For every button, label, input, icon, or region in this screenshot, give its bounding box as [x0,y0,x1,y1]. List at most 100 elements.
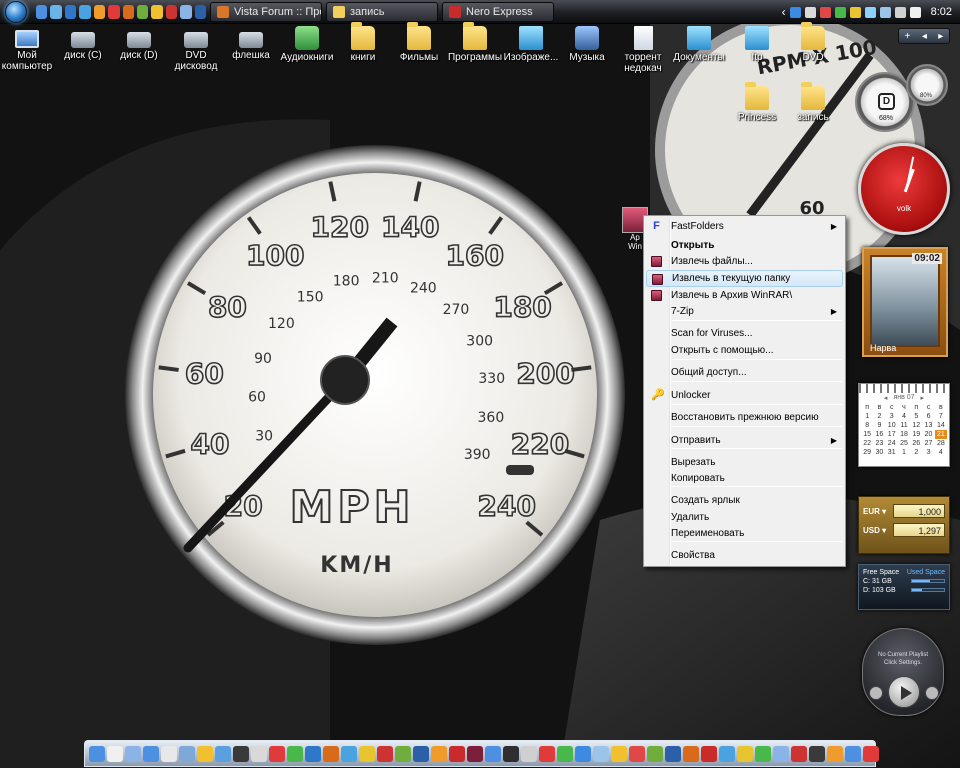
calendar-day[interactable]: 23 [873,439,885,448]
menu-item[interactable]: Извлечь в Архив WinRAR\ [646,287,843,304]
dock-app-icon[interactable] [485,745,501,762]
dock-app-icon[interactable] [575,745,591,762]
quick-launch-icon[interactable] [50,4,62,19]
dock-app-icon[interactable] [413,745,429,762]
dock-app-icon[interactable] [359,745,375,762]
play-icon[interactable] [888,676,920,708]
desktop-icon[interactable]: запись [782,82,844,123]
quick-launch-icon[interactable] [93,4,106,19]
menu-item[interactable]: Восстановить прежнюю версию [646,409,843,426]
desktop-icon[interactable]: Мой компьютер [0,26,58,72]
dock-app-icon[interactable] [773,745,789,762]
menu-item[interactable]: Открыть [646,237,843,254]
calendar-day[interactable]: 3 [922,448,934,457]
dock-app-icon[interactable] [845,745,861,762]
desktop-icon[interactable]: диск (C) [52,26,114,61]
dock-app-icon[interactable] [305,745,321,762]
dock-app-icon[interactable] [665,745,681,762]
tray-icon[interactable] [804,6,816,18]
dock-app-icon[interactable] [197,745,213,762]
dock-app-icon[interactable] [341,745,357,762]
quick-launch-icon[interactable] [79,4,91,19]
calendar-day[interactable]: 1 [861,412,873,421]
desktop-icon[interactable]: DVD [782,22,844,63]
dock-app-icon[interactable] [215,745,231,762]
desktop-icon[interactable]: Аудиокниги [276,26,338,63]
clock-gadget[interactable]: volk [858,143,950,235]
dock-app-icon[interactable] [521,745,537,762]
dock-app-icon[interactable] [395,745,411,762]
calendar-day[interactable]: 12 [910,421,922,430]
menu-item[interactable]: Scan for Viruses... [646,325,843,342]
calendar-day[interactable]: 14 [935,421,947,430]
calendar-day[interactable]: 18 [898,430,910,439]
dock-app-icon[interactable] [251,745,267,762]
calendar-day[interactable]: 27 [922,439,934,448]
desktop-icon[interactable]: Princess [726,82,788,123]
desktop-icon[interactable]: Программы [444,22,506,63]
calendar-day[interactable]: 28 [935,439,947,448]
dock-app-icon[interactable] [647,745,663,762]
dock-app-icon[interactable] [809,745,825,762]
drive-meter-gadget-2[interactable]: 80% [906,64,948,106]
calendar-next-button[interactable]: ▸ [921,394,925,402]
dock-app-icon[interactable] [431,745,447,762]
calendar-day[interactable]: 29 [861,448,873,457]
desktop-icon[interactable]: торрент недокач [612,26,674,74]
calendar-day[interactable]: 3 [886,412,898,421]
quick-launch-icon[interactable] [64,4,77,19]
tray-expand-chevron[interactable]: ‹ [782,5,786,19]
quick-launch-icon[interactable] [165,4,178,19]
calendar-day[interactable]: 4 [898,412,910,421]
menu-item[interactable]: Общий доступ... [646,364,843,381]
next-track-icon[interactable] [925,686,939,700]
menu-item[interactable]: Переименовать [646,525,843,542]
quick-launch-icon[interactable] [122,4,134,19]
dock-app-icon[interactable] [161,745,177,762]
dock-app-icon[interactable] [179,745,195,762]
dock-app-icon[interactable] [323,745,339,762]
quick-launch-icon[interactable] [108,4,120,19]
dock-app-icon[interactable] [557,745,573,762]
dock-app-icon[interactable] [791,745,807,762]
calendar-day[interactable]: 1 [898,448,910,457]
desktop-icon[interactable]: флешка [220,26,282,61]
calendar-day[interactable]: 21 [934,430,947,439]
quick-launch-icon[interactable] [36,4,48,19]
dock-app-icon[interactable] [89,745,105,762]
tray-icon[interactable] [864,6,876,18]
dock-app-icon[interactable] [467,745,483,762]
tray-icon[interactable] [849,6,861,18]
calendar-day[interactable]: 24 [886,439,898,448]
calendar-day[interactable]: 2 [910,448,922,457]
dock-app-icon[interactable] [143,745,159,762]
quick-launch-icon[interactable] [180,4,192,19]
dock-app-icon[interactable] [737,745,753,762]
menu-item[interactable]: Копировать [646,470,843,487]
menu-item[interactable]: Открыть с помощью... [646,342,843,359]
dock-app-icon[interactable] [125,745,141,762]
currency-value[interactable]: 1,297 [893,523,945,537]
currency-code[interactable]: EUR ▾ [863,507,886,516]
dock-app-icon[interactable] [701,745,717,762]
menu-item[interactable]: Удалить [646,509,843,526]
quick-launch-icon[interactable] [136,4,149,19]
calendar-day[interactable]: 5 [910,412,922,421]
tray-icon[interactable] [789,6,801,18]
desktop-icon[interactable]: DVD дисковод [165,26,227,72]
calendar-day[interactable]: 6 [922,412,934,421]
calendar-day[interactable]: 25 [898,439,910,448]
dock-app-icon[interactable] [629,745,645,762]
menu-item[interactable]: Извлечь в текущую папку [646,270,843,287]
dock-app-icon[interactable] [503,745,519,762]
taskbar-button[interactable]: Nero Express [442,1,554,22]
desktop-icon[interactable]: Музыка [556,26,618,63]
dock-app-icon[interactable] [611,745,627,762]
calendar-day[interactable]: 4 [935,448,947,457]
tray-icon[interactable] [819,6,831,18]
dock-app-icon[interactable] [377,745,393,762]
calendar-day[interactable]: 2 [873,412,885,421]
dock-app-icon[interactable] [107,745,123,762]
tray-icon[interactable] [834,6,846,18]
calendar-day[interactable]: 16 [873,430,885,439]
